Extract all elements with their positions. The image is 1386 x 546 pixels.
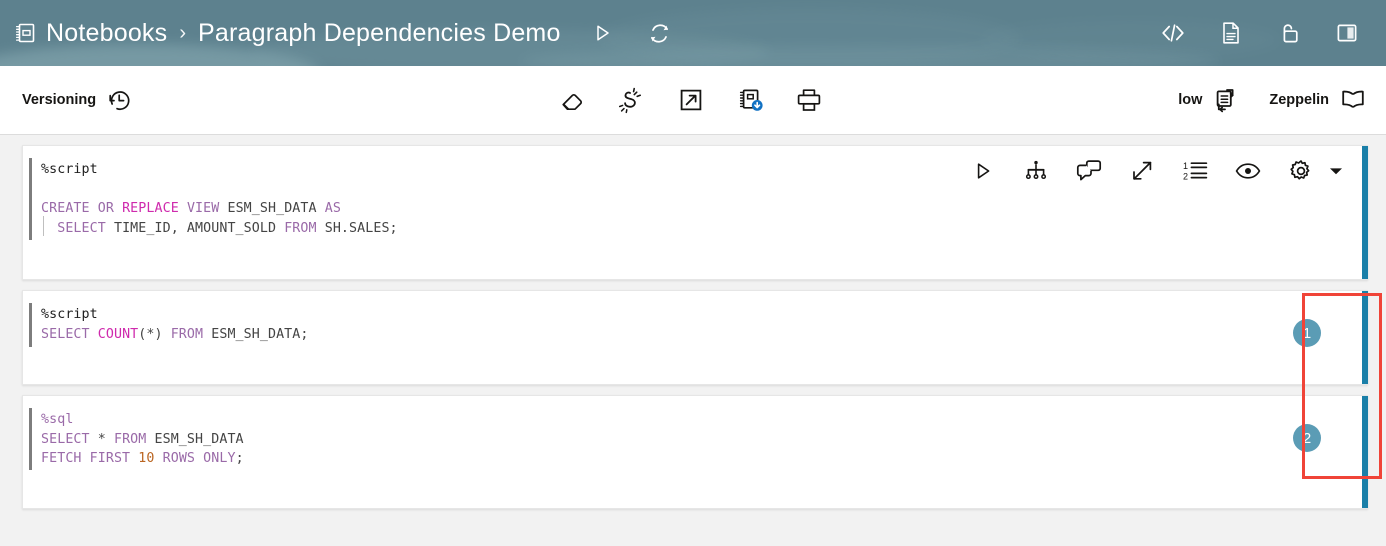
refresh-button[interactable] bbox=[643, 16, 677, 50]
versioning-label: Versioning bbox=[22, 92, 97, 108]
clock-history-icon[interactable] bbox=[104, 85, 134, 115]
code-brackets-icon[interactable] bbox=[1156, 16, 1190, 50]
app-header: Notebooks › Paragraph Dependencies Demo bbox=[0, 0, 1386, 66]
paragraph-3-code[interactable]: %sql SELECT * FROM ESM_SH_DATA FETCH FIR… bbox=[41, 410, 1367, 469]
code-fold-gutter[interactable] bbox=[29, 408, 32, 470]
notebook-toolbar: Versioning low Zeppelin bbox=[0, 66, 1386, 135]
run-paragraph-button[interactable] bbox=[970, 158, 996, 184]
eye-icon[interactable] bbox=[1235, 158, 1261, 184]
printer-icon[interactable] bbox=[794, 85, 824, 115]
comment-bubbles-icon[interactable] bbox=[1076, 158, 1102, 184]
line-numbers-icon[interactable]: 1 2 bbox=[1182, 158, 1208, 184]
notebook-download-icon[interactable] bbox=[735, 85, 765, 115]
external-link-icon[interactable] bbox=[676, 85, 706, 115]
breadcrumb-separator: › bbox=[179, 21, 186, 44]
interpreter-label: Zeppelin bbox=[1269, 92, 1329, 108]
interpreter-button[interactable]: Zeppelin bbox=[1269, 85, 1368, 115]
paragraph-1[interactable]: %script CREATE OR REPLACE VIEW ESM_SH_DA… bbox=[22, 145, 1368, 280]
status-badge: 2 bbox=[1293, 424, 1321, 452]
paragraph-toolbar: 1 2 bbox=[970, 158, 1345, 184]
breadcrumb-root[interactable]: Notebooks bbox=[46, 19, 167, 48]
clear-sparkle-icon[interactable] bbox=[617, 85, 647, 115]
chevron-down-icon[interactable] bbox=[1327, 160, 1345, 182]
page-title: Paragraph Dependencies Demo bbox=[198, 18, 561, 47]
run-all-button[interactable] bbox=[585, 16, 619, 50]
indent-guide bbox=[43, 216, 44, 236]
svg-text:1: 1 bbox=[1183, 161, 1188, 171]
open-book-icon bbox=[1338, 85, 1368, 115]
document-icon[interactable] bbox=[1214, 16, 1248, 50]
gear-icon[interactable] bbox=[1288, 158, 1314, 184]
dependency-tree-icon[interactable] bbox=[1023, 158, 1049, 184]
paragraph-2-code[interactable]: %script SELECT COUNT(*) FROM ESM_SH_DATA… bbox=[41, 305, 1367, 344]
job-flow-icon bbox=[1211, 85, 1241, 115]
priority-label: low bbox=[1178, 92, 1203, 108]
code-fold-gutter[interactable] bbox=[29, 303, 32, 347]
split-panel-icon[interactable] bbox=[1330, 16, 1364, 50]
notebook-icon bbox=[14, 22, 36, 44]
eraser-icon[interactable] bbox=[558, 85, 588, 115]
paragraph-3[interactable]: %sql SELECT * FROM ESM_SH_DATA FETCH FIR… bbox=[22, 395, 1368, 509]
status-badge: 1 bbox=[1293, 319, 1321, 347]
paragraph-2[interactable]: %script SELECT COUNT(*) FROM ESM_SH_DATA… bbox=[22, 290, 1368, 385]
notebook-body: %script CREATE OR REPLACE VIEW ESM_SH_DA… bbox=[0, 135, 1386, 546]
code-fold-gutter[interactable] bbox=[29, 158, 32, 240]
svg-text:2: 2 bbox=[1183, 171, 1188, 181]
job-priority-button[interactable]: low bbox=[1178, 85, 1241, 115]
unlock-padlock-icon[interactable] bbox=[1272, 16, 1306, 50]
expand-diagonal-icon[interactable] bbox=[1129, 158, 1155, 184]
